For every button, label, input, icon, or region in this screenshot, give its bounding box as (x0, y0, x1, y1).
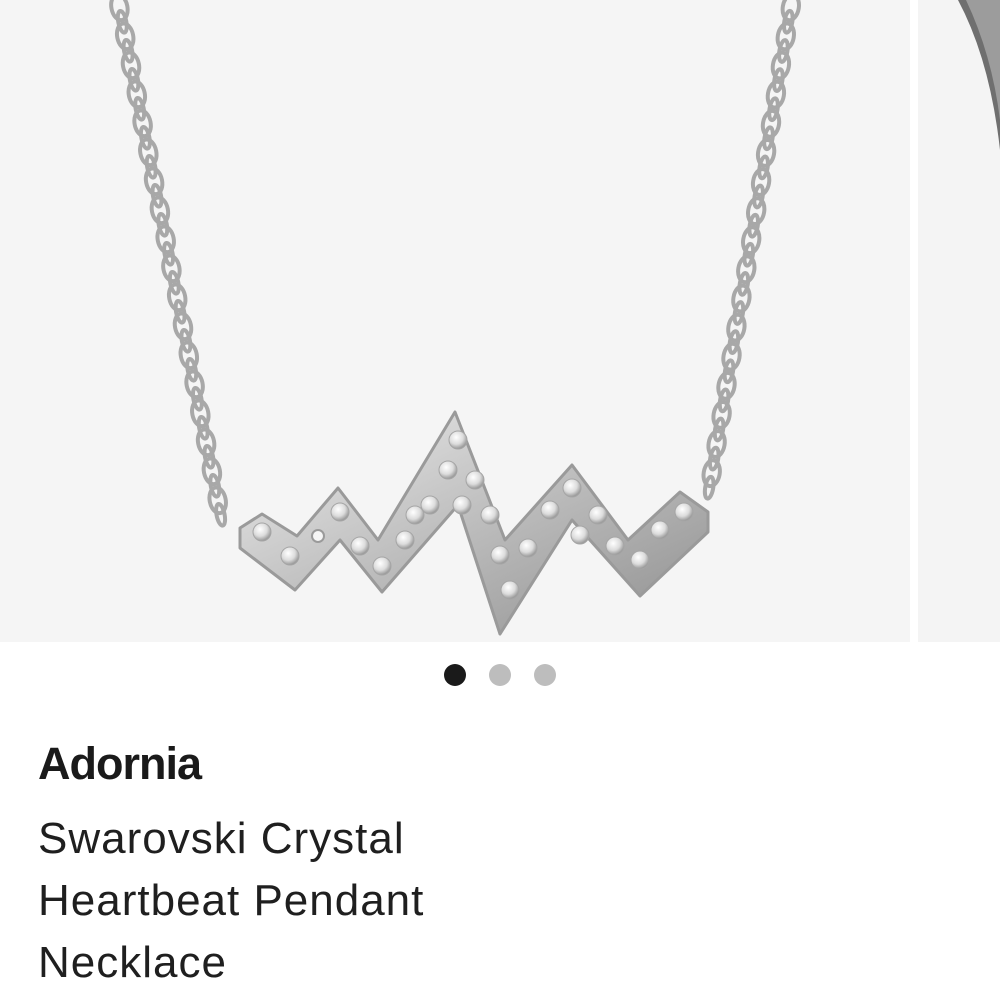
carousel-dot-1[interactable] (444, 664, 466, 686)
product-title: Swarovski Crystal Heartbeat Pendant Neck… (38, 814, 425, 987)
brand-name[interactable]: Adornia (38, 738, 202, 790)
product-image-carousel[interactable] (0, 0, 1000, 642)
pendant-shape (238, 410, 710, 636)
next-image-preview (958, 0, 1000, 150)
necklace-illustration (109, 0, 801, 636)
product-image[interactable] (0, 0, 910, 642)
product-page: Adornia Swarovski Crystal Heartbeat Pend… (0, 0, 1000, 1000)
carousel-pagination (0, 663, 1000, 687)
next-product-image[interactable] (918, 0, 1000, 642)
carousel-dot-2[interactable] (489, 664, 511, 686)
carousel-dot-3[interactable] (534, 664, 556, 686)
